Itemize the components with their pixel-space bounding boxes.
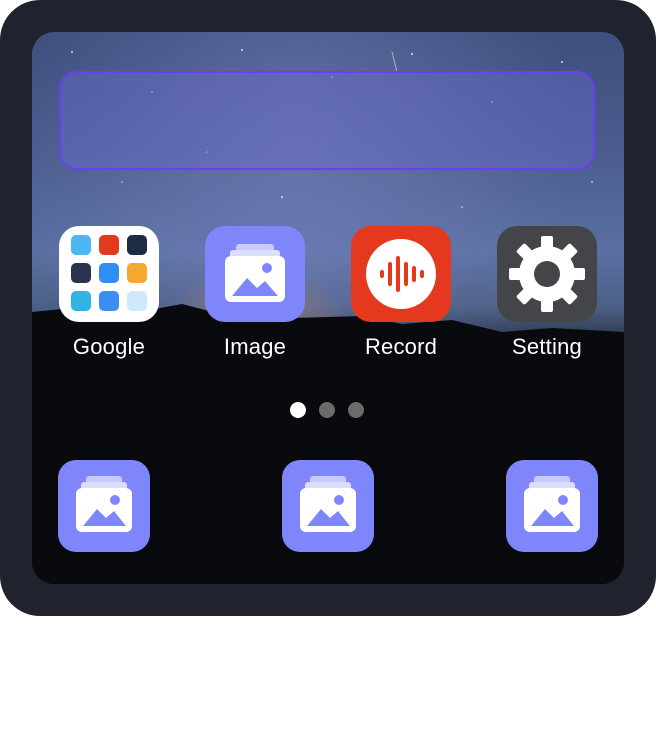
folder-app-icon bbox=[127, 263, 147, 283]
app-label: Setting bbox=[512, 334, 582, 359]
page-dot[interactable] bbox=[348, 402, 364, 418]
folder-app-icon bbox=[127, 291, 147, 311]
folder-app-icon bbox=[99, 263, 119, 283]
folder-app-icon bbox=[127, 235, 147, 255]
app-record[interactable]: Record bbox=[346, 226, 456, 360]
folder-app-icon bbox=[99, 291, 119, 311]
image-gallery-icon bbox=[300, 476, 356, 532]
page-dot[interactable] bbox=[319, 402, 335, 418]
folder-app-icon bbox=[71, 291, 91, 311]
image-gallery-icon bbox=[205, 226, 305, 322]
image-gallery-icon bbox=[76, 476, 132, 532]
folder-app-icon bbox=[71, 235, 91, 255]
dock-image-app[interactable] bbox=[506, 460, 598, 552]
gear-icon bbox=[497, 226, 597, 322]
app-google[interactable]: Google bbox=[54, 226, 164, 360]
folder-app-icon bbox=[71, 263, 91, 283]
image-gallery-icon bbox=[524, 476, 580, 532]
widget-placeholder[interactable] bbox=[59, 71, 595, 170]
dock-image-app[interactable] bbox=[58, 460, 150, 552]
app-label: Image bbox=[223, 334, 287, 359]
app-label: Google bbox=[72, 334, 146, 359]
home-screen: Google Image Record Setting bbox=[32, 32, 624, 584]
dock-image-app[interactable] bbox=[282, 460, 374, 552]
device-frame: Google Image Record Setting bbox=[0, 0, 656, 616]
page-indicator[interactable] bbox=[290, 402, 370, 420]
app-image[interactable]: Image bbox=[200, 226, 310, 360]
google-folder-icon bbox=[59, 226, 159, 322]
record-waveform-icon bbox=[351, 226, 451, 322]
app-setting[interactable]: Setting bbox=[492, 226, 602, 360]
page-dot-active[interactable] bbox=[290, 402, 306, 418]
app-label: Record bbox=[364, 334, 438, 359]
folder-app-icon bbox=[99, 235, 119, 255]
